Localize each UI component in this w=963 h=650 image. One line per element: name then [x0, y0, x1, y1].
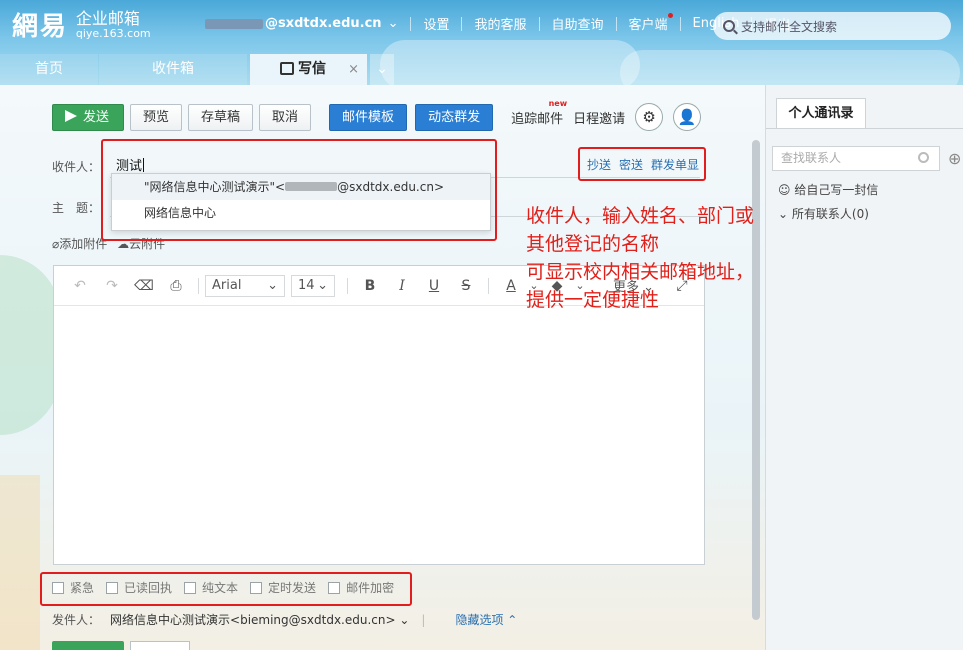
schedule-invite-link[interactable]: 日程邀请 [573, 108, 625, 127]
nav-settings[interactable]: 设置 [423, 14, 449, 33]
undo-icon[interactable]: ↶ [64, 278, 96, 294]
masked-account-name [205, 18, 263, 29]
bold-icon[interactable]: B [354, 278, 386, 294]
annotation-box-recipient [101, 139, 497, 241]
format-painter-icon[interactable]: ⎙ [160, 278, 192, 294]
sender-label: 发件人： [52, 613, 101, 627]
logo-main: 網易 [12, 12, 69, 42]
top-nav: @sxdtdx.edu.cn ⌄ 设置 我的客服 自助查询 客户端 Englis… [205, 13, 791, 33]
background-decoration [0, 255, 60, 435]
nav-customer-service[interactable]: 我的客服 [474, 14, 526, 33]
search-placeholder: 支持邮件全文搜索 [741, 19, 838, 34]
save-draft-button[interactable]: 存草稿 [188, 103, 254, 131]
tab-more-dropdown[interactable]: ⌄ [370, 54, 394, 85]
underline-icon[interactable]: U [418, 278, 450, 294]
bottom-preview-button[interactable] [130, 641, 190, 650]
group-send-button[interactable]: 动态群发 [415, 103, 494, 131]
sender-row: 发件人： 网络信息中心测试演示<bieming@sxdtdx.edu.cn> ⌄… [52, 611, 518, 628]
logo-title: 企业邮箱 [75, 8, 140, 28]
cloud-decoration [380, 40, 640, 85]
compose-area: 发送 预览 存草稿 取消 邮件模板 动态群发 追踪邮件 new 日程邀请 ⚙ 👤 … [0, 85, 765, 650]
annotation-note: 收件人，输入姓名、部门或其他登记的名称 可显示校内相关邮箱地址，提供一定便捷性 [526, 205, 755, 311]
contacts-panel: 个人通讯录 查找联系人 ⊕ ☺ 给自己写一封信 ⌄ 所有联系人(0) [765, 85, 963, 650]
logo[interactable]: 網易 企业邮箱 qiye.163.com [12, 6, 151, 43]
search-input[interactable]: 支持邮件全文搜索 [713, 12, 951, 40]
search-icon [723, 20, 735, 32]
font-family-select[interactable]: Arial ⌄ [205, 274, 285, 297]
template-button[interactable]: 邮件模板 [329, 103, 408, 131]
tab-home[interactable]: 首页 [0, 54, 98, 85]
contact-search-input[interactable]: 查找联系人 [772, 146, 940, 171]
italic-icon[interactable]: I [386, 278, 418, 294]
chevron-down-icon: ⌄ [778, 207, 789, 221]
bottom-send-button[interactable] [52, 641, 124, 650]
hide-options-link[interactable]: 隐藏选项 ⌃ [455, 611, 517, 628]
strikethrough-icon[interactable]: S [450, 278, 482, 294]
user-icon: ☺ [778, 183, 791, 197]
cancel-button[interactable]: 取消 [259, 103, 312, 131]
add-contact-icon[interactable]: 👤 [673, 103, 702, 131]
annotation-box-options [40, 572, 412, 606]
annotation-box-cc [578, 147, 706, 181]
add-icon[interactable]: ⊕ [948, 149, 961, 168]
gear-icon[interactable]: ⚙ [635, 103, 664, 131]
new-badge: new [548, 98, 568, 108]
compose-icon [280, 62, 294, 75]
tab-inbox[interactable]: 收件箱 [99, 54, 247, 85]
chevron-down-icon: ⌄ [267, 277, 278, 293]
send-button[interactable]: 发送 [52, 103, 124, 131]
logo-sub: 企业邮箱 qiye.163.com [75, 8, 151, 40]
chevron-down-icon: ⌄ [317, 277, 328, 293]
subject-label: 主 题： [52, 201, 101, 215]
write-to-self-link[interactable]: ☺ 给自己写一封信 [778, 181, 878, 198]
notification-dot [667, 13, 673, 18]
font-color-icon[interactable]: A [495, 278, 527, 294]
tab-compose-label: 写信 [298, 61, 326, 77]
chevron-down-icon[interactable]: ⌄ [388, 16, 399, 31]
send-icon [65, 109, 77, 122]
nav-client[interactable]: 客户端 [629, 13, 673, 33]
account-address[interactable]: @sxdtdx.edu.cn [265, 16, 382, 31]
font-size-select[interactable]: 14 ⌄ [291, 274, 335, 297]
compose-toolbar: 发送 预览 存草稿 取消 邮件模板 动态群发 追踪邮件 new 日程邀请 ⚙ 👤 [52, 99, 702, 131]
track-mail-link[interactable]: 追踪邮件 new [511, 99, 567, 127]
to-label: 收件人： [52, 160, 101, 174]
preview-button[interactable]: 预览 [130, 103, 183, 131]
redo-icon[interactable]: ↷ [96, 278, 128, 294]
eraser-icon[interactable]: ⌫ [128, 278, 160, 294]
tab-bar: 首页 收件箱 写信 × ⌄ [0, 54, 394, 85]
tab-compose[interactable]: 写信 × [250, 54, 367, 85]
search-icon [918, 152, 929, 163]
cloud-decoration [620, 50, 960, 85]
logo-domain: qiye.163.com [75, 26, 151, 40]
tab-contacts[interactable]: 个人通讯录 [776, 98, 866, 128]
all-contacts-group[interactable]: ⌄ 所有联系人(0) [778, 205, 869, 222]
attach-button[interactable]: ⌀添加附件 [52, 237, 107, 251]
nav-self-query[interactable]: 自助查询 [552, 14, 604, 33]
sender-select[interactable]: 网络信息中心测试演示<bieming@sxdtdx.edu.cn> ⌄ [110, 611, 409, 628]
background-decoration [0, 475, 40, 650]
header: 網易 企业邮箱 qiye.163.com @sxdtdx.edu.cn ⌄ 设置… [0, 0, 963, 85]
close-icon[interactable]: × [348, 54, 359, 85]
